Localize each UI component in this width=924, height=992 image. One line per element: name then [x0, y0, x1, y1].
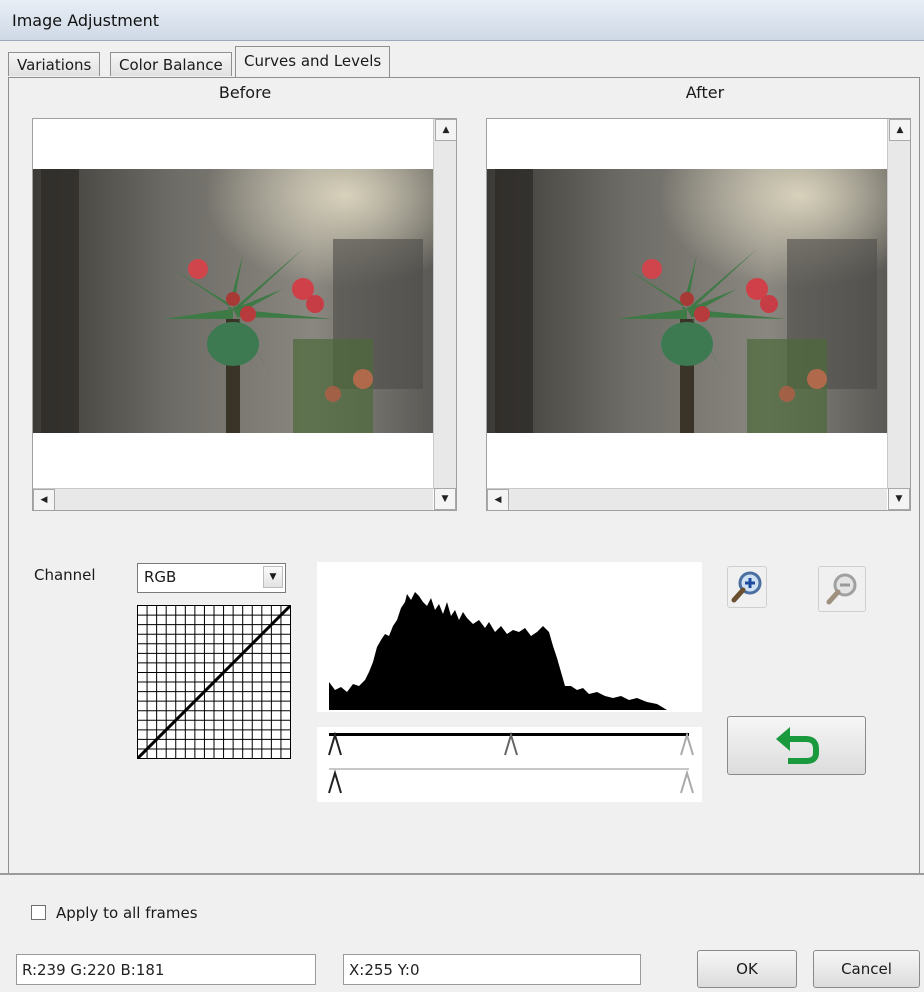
- before-scroll-up-icon[interactable]: ▲: [435, 119, 456, 141]
- histogram: [317, 562, 702, 712]
- output-black-handle[interactable]: [328, 769, 342, 794]
- apply-all-checkbox[interactable]: [31, 905, 46, 920]
- apply-all-label: Apply to all frames: [56, 904, 198, 922]
- after-horizontal-scrollbar[interactable]: ◀: [487, 488, 887, 510]
- after-photo: [487, 169, 887, 433]
- levels-handles: [328, 731, 694, 794]
- channel-select[interactable]: RGB ▼: [137, 563, 286, 593]
- xy-readout-field: X:255 Y:0: [343, 954, 641, 985]
- before-preview: ▲ ◀ ▼: [32, 118, 457, 511]
- channel-select-value: RGB: [144, 568, 177, 586]
- tab-curves-and-levels[interactable]: Curves and Levels: [235, 46, 391, 78]
- channel-label: Channel: [34, 566, 96, 584]
- tab-variations[interactable]: Variations: [8, 52, 101, 76]
- zoom-out-icon: [826, 573, 857, 605]
- cancel-button-label: Cancel: [841, 960, 892, 978]
- before-scroll-down-icon[interactable]: ▼: [434, 488, 456, 510]
- after-scroll-up-icon[interactable]: ▲: [889, 119, 910, 141]
- output-white-handle[interactable]: [680, 769, 694, 794]
- tab-curves-and-levels-label: Curves and Levels: [244, 52, 382, 70]
- ok-button[interactable]: OK: [697, 950, 797, 988]
- input-black-handle[interactable]: [328, 731, 342, 756]
- before-vertical-scrollbar[interactable]: ▲: [433, 119, 456, 489]
- window-title: Image Adjustment: [12, 11, 160, 30]
- divider: [0, 873, 924, 875]
- tab-variations-label: Variations: [17, 56, 92, 74]
- after-vertical-scrollbar[interactable]: ▲: [887, 119, 910, 489]
- input-gamma-handle[interactable]: [504, 731, 518, 756]
- zoom-out-button[interactable]: [818, 566, 866, 612]
- before-horizontal-scrollbar[interactable]: ◀: [33, 488, 433, 510]
- tab-color-balance-label: Color Balance: [119, 56, 223, 74]
- before-heading: Before: [218, 83, 272, 102]
- undo-arrow-icon: [776, 727, 819, 764]
- zoom-in-button[interactable]: [727, 566, 767, 608]
- after-scroll-left-icon[interactable]: ◀: [487, 489, 509, 510]
- title-bar: Image Adjustment: [0, 0, 924, 41]
- rgb-readout-field: R:239 G:220 B:181: [16, 954, 316, 985]
- after-scroll-down-icon[interactable]: ▼: [888, 488, 910, 510]
- histogram-graph: [329, 592, 667, 710]
- curve-editor[interactable]: [137, 605, 291, 759]
- cancel-button[interactable]: Cancel: [813, 950, 920, 988]
- reset-button[interactable]: [727, 716, 866, 775]
- after-heading: After: [685, 83, 725, 102]
- before-photo: [33, 169, 433, 433]
- after-preview: ▲ ◀ ▼: [486, 118, 911, 511]
- chevron-down-icon[interactable]: ▼: [263, 566, 283, 588]
- before-scroll-left-icon[interactable]: ◀: [33, 489, 55, 510]
- tab-color-balance[interactable]: Color Balance: [110, 52, 232, 76]
- levels-sliders: [317, 727, 702, 802]
- zoom-in-icon: [731, 571, 762, 603]
- input-white-handle[interactable]: [680, 731, 694, 756]
- ok-button-label: OK: [736, 960, 758, 978]
